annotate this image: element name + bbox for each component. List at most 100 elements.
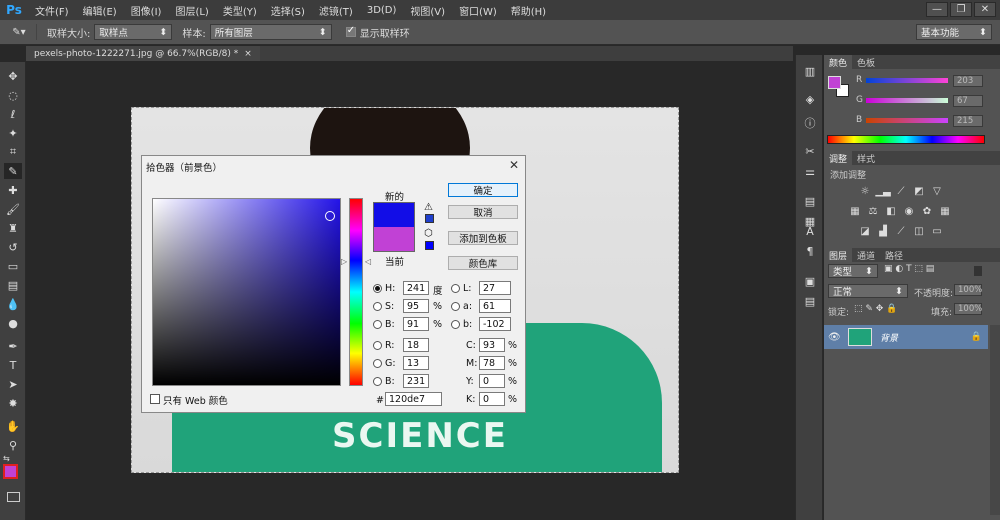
tool-presets-icon[interactable]: ⚌ [801, 163, 819, 179]
a-channel-radio[interactable] [451, 302, 460, 311]
blur-tool-icon[interactable]: 💧 [4, 296, 22, 312]
g-value[interactable]: 67 [953, 95, 983, 107]
clone-source-icon[interactable]: ▤ [801, 193, 819, 209]
tab-channels[interactable]: 通道 [852, 248, 880, 262]
b-channel-radio[interactable] [451, 320, 460, 329]
menu-select[interactable]: 选择(S) [264, 3, 312, 18]
workspace-select[interactable]: 基本功能 ⬍ [916, 24, 992, 40]
add-to-swatches-button[interactable]: 添加到色板 [448, 231, 518, 245]
b-channel-field[interactable]: -102 [479, 317, 511, 331]
menu-window[interactable]: 窗口(W) [452, 3, 504, 18]
notes-panel-icon[interactable]: ▣ [801, 273, 819, 289]
gradient-tool-icon[interactable]: ▤ [4, 277, 22, 293]
marquee-tool-icon[interactable]: ◌ [4, 87, 22, 103]
hand-tool-icon[interactable]: ✋ [4, 418, 22, 434]
layers-scrollbar[interactable] [990, 325, 1000, 515]
character-panel-icon[interactable]: A [801, 223, 819, 239]
close-tab-icon[interactable]: × [244, 49, 252, 59]
magenta-field[interactable]: 78 [479, 356, 505, 370]
pen-tool-icon[interactable]: ✒ [4, 338, 22, 354]
color-balance-icon[interactable]: ⚖ [866, 205, 880, 217]
brush-panel-icon[interactable]: ✂ [801, 143, 819, 159]
hue-slider-left-arrow-icon[interactable]: ▷ [341, 257, 347, 266]
b-slider[interactable] [866, 118, 948, 123]
shape-tool-icon[interactable]: ✸ [4, 395, 22, 411]
color-field-cursor[interactable] [325, 211, 335, 221]
curves-icon[interactable]: ⟋ [894, 185, 908, 197]
saturation-radio[interactable] [373, 302, 382, 311]
blue-radio[interactable] [373, 377, 382, 386]
menu-3d[interactable]: 3D(D) [360, 5, 404, 16]
menu-layer[interactable]: 图层(L) [168, 3, 215, 18]
tab-styles[interactable]: 样式 [852, 151, 880, 165]
tab-adjustments[interactable]: 调整 [824, 151, 853, 165]
a-channel-field[interactable]: 61 [479, 299, 511, 313]
restore-button[interactable]: ❐ [950, 2, 972, 17]
tab-layers[interactable]: 图层 [824, 248, 853, 262]
sample-layers-select[interactable]: 所有图层 ⬍ [209, 24, 332, 40]
lasso-tool-icon[interactable]: ℓ [4, 106, 22, 122]
web-colors-only-checkbox[interactable] [150, 394, 160, 404]
saturation-field[interactable]: 95 [403, 299, 429, 313]
red-radio[interactable] [373, 341, 382, 350]
healing-brush-tool-icon[interactable]: ✚ [4, 182, 22, 198]
green-field[interactable]: 13 [403, 356, 429, 370]
history-brush-tool-icon[interactable]: ↺ [4, 239, 22, 255]
hue-radio[interactable] [373, 284, 382, 293]
color-spectrum-bar[interactable] [827, 135, 985, 144]
layer-name[interactable]: 背景 [880, 331, 898, 344]
tab-color[interactable]: 颜色 [824, 55, 853, 69]
hue-field[interactable]: 241 [403, 281, 429, 295]
exposure-icon[interactable]: ◩ [912, 185, 926, 197]
lock-icons[interactable]: ⬚ ✎ ✥ 🔒 [854, 304, 897, 314]
eyedropper-preset-icon[interactable]: ✎▾ [10, 27, 28, 38]
vibrance-icon[interactable]: ▽ [930, 185, 944, 197]
tab-paths[interactable]: 路径 [880, 248, 908, 262]
opacity-field[interactable]: 100% [954, 284, 982, 296]
menu-view[interactable]: 视图(V) [403, 3, 452, 18]
posterize-icon[interactable]: ▟ [876, 225, 890, 237]
r-slider[interactable] [866, 78, 948, 83]
menu-type[interactable]: 类型(Y) [216, 3, 264, 18]
brightness-contrast-icon[interactable]: ☼ [858, 185, 872, 197]
blue-field[interactable]: 231 [403, 374, 429, 388]
clone-stamp-tool-icon[interactable]: ♜ [4, 220, 22, 236]
fill-field[interactable]: 100% [954, 303, 982, 315]
gamut-swatch[interactable] [425, 214, 434, 223]
menu-filter[interactable]: 滤镜(T) [312, 3, 360, 18]
layer-filter-toggle[interactable] [974, 266, 982, 276]
filter-pixel-icon[interactable]: ▣ ◐ T ⬚ ▤ [884, 264, 934, 274]
quick-select-tool-icon[interactable]: ✦ [4, 125, 22, 141]
invert-icon[interactable]: ◪ [858, 225, 872, 237]
paragraph-panel-icon[interactable]: ¶ [801, 243, 819, 259]
minimize-button[interactable]: — [926, 2, 948, 17]
b-value[interactable]: 215 [953, 115, 983, 127]
black-field[interactable]: 0 [479, 392, 505, 406]
green-radio[interactable] [373, 359, 382, 368]
tab-swatches[interactable]: 色板 [852, 55, 880, 69]
color-lookup-icon[interactable]: ▦ [938, 205, 952, 217]
brightness-field[interactable]: 91 [403, 317, 429, 331]
hex-field[interactable]: 120de7 [385, 392, 442, 406]
menu-edit[interactable]: 编辑(E) [76, 3, 124, 18]
web-safe-cube-icon[interactable]: ⬡ [424, 228, 433, 239]
levels-icon[interactable]: ▁▃ [875, 185, 890, 197]
eyedropper-tool-icon[interactable]: ✎ [4, 163, 22, 179]
selective-color-icon[interactable]: ◫ [912, 225, 926, 237]
lightness-radio[interactable] [451, 284, 460, 293]
hue-slider[interactable] [349, 198, 363, 386]
r-value[interactable]: 203 [953, 75, 983, 87]
g-slider[interactable] [866, 98, 948, 103]
type-tool-icon[interactable]: T [4, 357, 22, 373]
quick-mask-icon[interactable] [7, 492, 20, 502]
hue-slider-right-arrow-icon[interactable]: ◁ [365, 257, 371, 266]
dodge-tool-icon[interactable]: ● [4, 315, 22, 331]
yellow-field[interactable]: 0 [479, 374, 505, 388]
document-tab[interactable]: pexels-photo-1222271.jpg @ 66.7%(RGB/8) … [26, 46, 260, 61]
cancel-button[interactable]: 取消 [448, 205, 518, 219]
dialog-close-icon[interactable]: ✕ [509, 158, 519, 172]
photo-filter-icon[interactable]: ◉ [902, 205, 916, 217]
out-of-gamut-warning-icon[interactable]: ⚠ [424, 202, 433, 213]
path-select-tool-icon[interactable]: ➤ [4, 376, 22, 392]
lightness-field[interactable]: 27 [479, 281, 511, 295]
